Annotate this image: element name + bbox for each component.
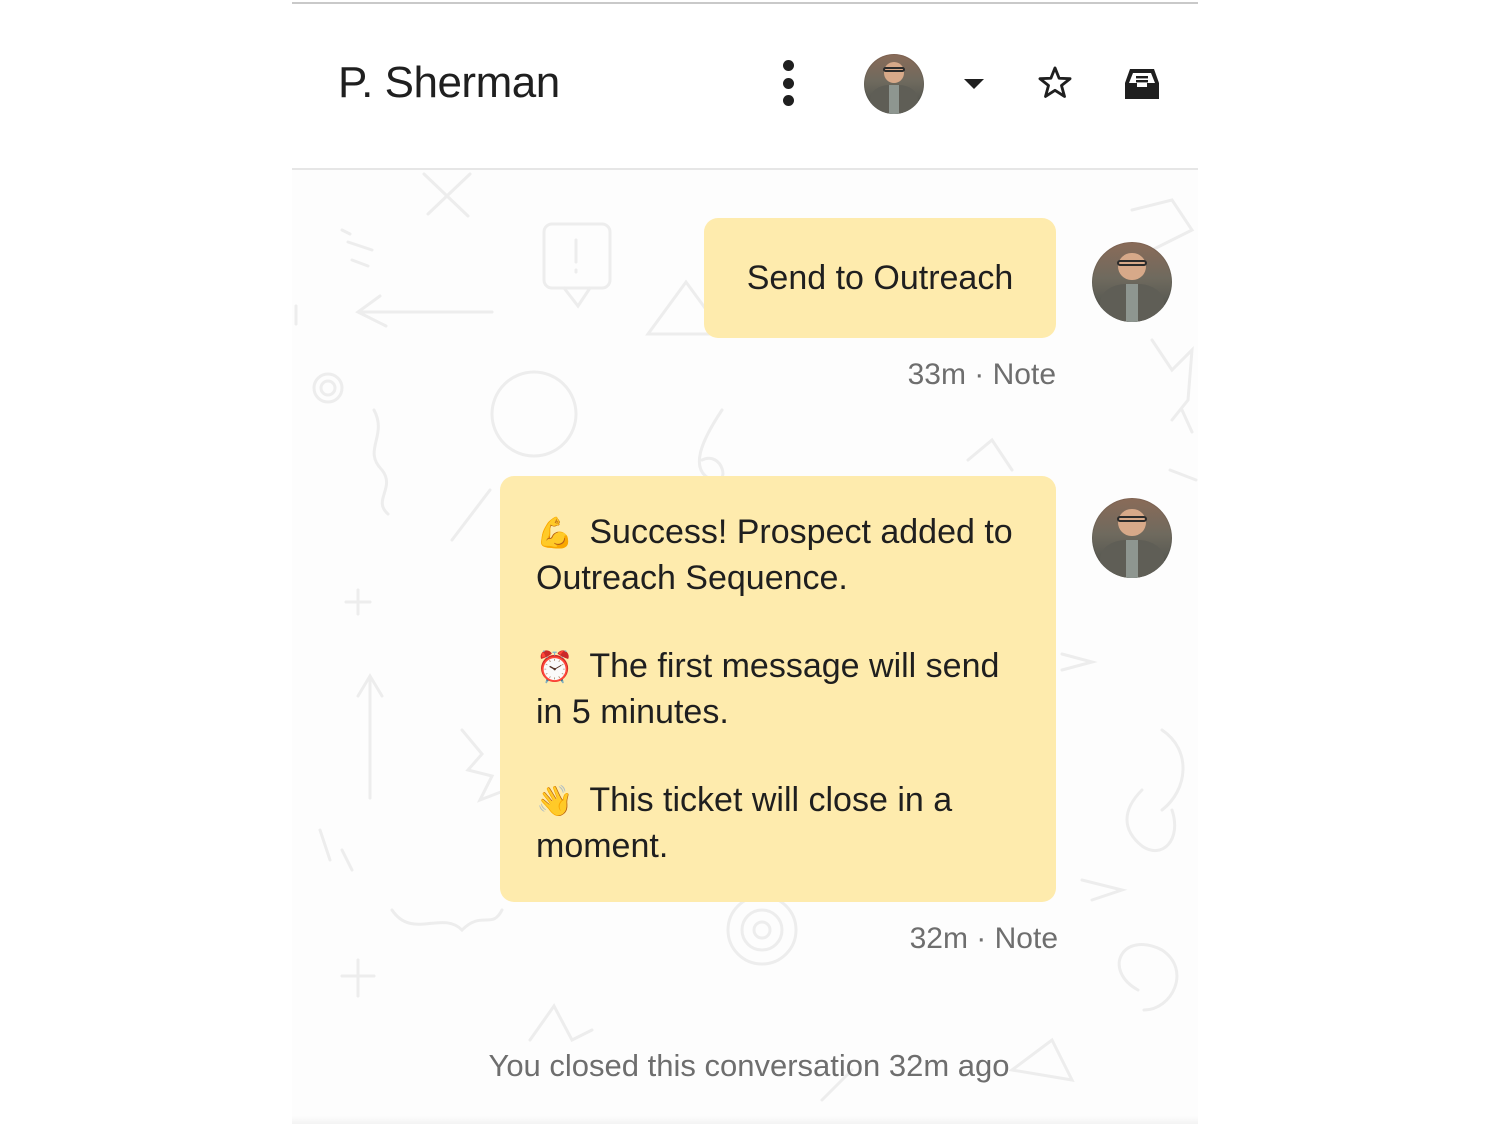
avatar-glasses <box>1116 515 1148 522</box>
note-text: Success! Prospect added to Outreach Sequ… <box>536 513 1013 597</box>
note-text: Send to Outreach <box>746 259 1014 297</box>
avatar-face <box>1118 253 1146 281</box>
alarm-clock-icon: ⏰ <box>536 651 574 684</box>
contact-name[interactable]: P. Sherman <box>338 58 560 108</box>
kebab-dot <box>782 77 794 89</box>
avatar-shirt <box>1125 283 1139 322</box>
message-meta: 32m · Note <box>909 922 1058 955</box>
composer-edge-shadow <box>292 1116 1198 1124</box>
conversation-closed-event: You closed this conversation 32m ago <box>488 1048 1010 1083</box>
note-text: The first message will send in 5 minutes… <box>536 647 1000 731</box>
waving-hand-icon: 👋 <box>536 785 574 818</box>
note-bubble[interactable]: 💪 Success! Prospect added to Outreach Seq… <box>500 476 1056 902</box>
avatar-glasses <box>1116 259 1148 266</box>
author-avatar[interactable] <box>1092 498 1172 578</box>
more-options-icon[interactable] <box>772 60 804 106</box>
note-bubble[interactable]: Send to Outreach <box>704 218 1056 338</box>
avatar-shirt <box>889 85 899 114</box>
inbox-icon[interactable] <box>1122 64 1162 104</box>
caret-down-icon[interactable] <box>960 74 988 94</box>
note-paragraph: 💪 Success! Prospect added to Outreach Seq… <box>536 510 1020 600</box>
note-paragraph: 👋 This ticket will close in a moment. <box>536 778 1020 868</box>
note-paragraph: ⏰ The first message will send in 5 minute… <box>536 644 1020 734</box>
avatar-face <box>1118 509 1146 537</box>
conversation-panel: P. Sherman Send to Outreach 33m · Note 💪… <box>292 0 1198 1124</box>
star-icon[interactable] <box>1036 64 1074 102</box>
conversation-stream[interactable]: Send to Outreach 33m · Note 💪 Success! Pr… <box>292 170 1198 1124</box>
avatar-glasses <box>882 67 906 72</box>
conversation-header: P. Sherman <box>292 4 1198 170</box>
avatar-shirt <box>1125 539 1139 578</box>
kebab-dot <box>782 95 794 106</box>
flexed-biceps-icon: 💪 <box>536 517 574 550</box>
kebab-dot <box>782 60 794 71</box>
note-text: This ticket will close in a moment. <box>536 781 953 865</box>
assignee-avatar[interactable] <box>864 54 924 114</box>
avatar-face <box>883 62 905 83</box>
author-avatar[interactable] <box>1092 242 1172 322</box>
message-meta: 33m · Note <box>907 358 1056 391</box>
